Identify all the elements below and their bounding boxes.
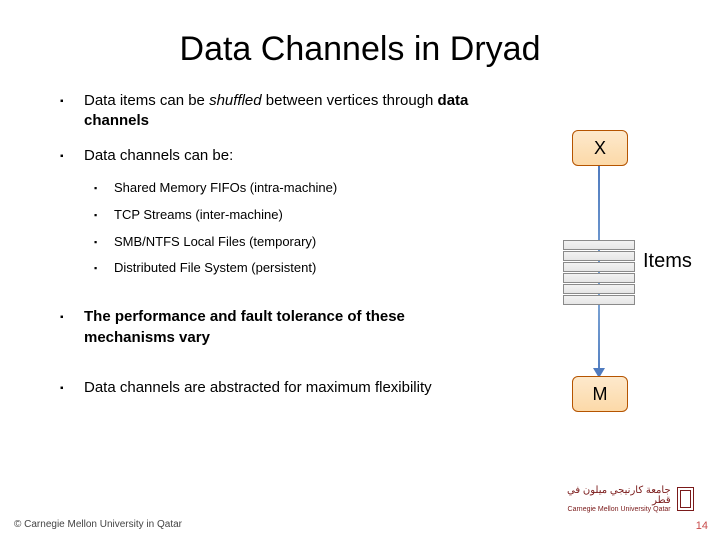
footer-copyright: © Carnegie Mellon University in Qatar <box>14 519 182 530</box>
slide-title: Data Channels in Dryad <box>0 0 720 91</box>
sub-bullet-2-text: TCP Streams (inter-machine) <box>114 207 283 224</box>
channel-diagram: X Items M <box>537 130 692 410</box>
text-fragment-em: shuffled <box>209 92 262 109</box>
sub-bullet-4-text: Distributed File System (persistent) <box>114 260 316 277</box>
logo-mark-icon <box>677 487 694 511</box>
logo-english-text: Carnegie Mellon University Qatar <box>564 506 671 513</box>
bullet-1-text: Data items can be shuffled between verti… <box>84 91 480 132</box>
bullet-4-text: Data channels are abstracted for maximum… <box>84 378 432 398</box>
page-number: 14 <box>696 520 708 532</box>
bullet-glyph: ▪ <box>94 207 102 224</box>
vertex-x: X <box>572 130 628 166</box>
cmu-qatar-logo: جامعة كارنيجي ميلون في قطر Carnegie Mell… <box>564 486 694 512</box>
bullet-glyph: ▪ <box>60 378 70 398</box>
slide: Data Channels in Dryad ▪ Data items can … <box>0 0 720 540</box>
bullet-3: ▪ The performance and fault tolerance of… <box>60 307 480 348</box>
items-label: Items <box>643 250 692 273</box>
bullet-glyph: ▪ <box>94 180 102 197</box>
sub-bullet-1-text: Shared Memory FIFOs (intra-machine) <box>114 180 337 197</box>
bullet-glyph: ▪ <box>60 307 70 348</box>
bullet-glyph: ▪ <box>60 146 70 166</box>
items-stack-icon <box>563 240 635 306</box>
bullet-4: ▪ Data channels are abstracted for maxim… <box>60 378 480 398</box>
sub-bullet-3-text: SMB/NTFS Local Files (temporary) <box>114 234 316 251</box>
bullet-2-text: Data channels can be: <box>84 146 233 166</box>
bullet-glyph: ▪ <box>60 91 70 132</box>
text-fragment: Data items can be <box>84 92 209 109</box>
text-fragment: between vertices through <box>262 92 438 109</box>
logo-arabic-text: جامعة كارنيجي ميلون في قطر <box>564 486 671 506</box>
bullet-glyph: ▪ <box>94 234 102 251</box>
vertex-m: M <box>572 376 628 412</box>
bullet-glyph: ▪ <box>94 260 102 277</box>
bullet-1: ▪ Data items can be shuffled between ver… <box>60 91 480 132</box>
bullet-3-text: The performance and fault tolerance of t… <box>84 307 480 348</box>
bullet-2: ▪ Data channels can be: <box>60 146 480 166</box>
